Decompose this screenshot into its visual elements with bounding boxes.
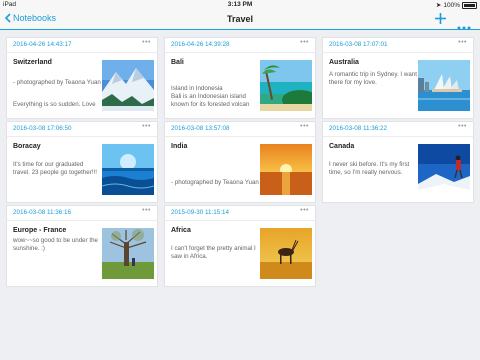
card-menu-icon[interactable]: ••• <box>142 123 151 130</box>
note-date: 2016-03-08 17:06:50 <box>13 125 72 132</box>
note-date: 2016-03-08 17:07:01 <box>329 41 388 48</box>
more-icon <box>457 26 471 30</box>
sunset-sea-image <box>260 144 312 195</box>
clock: 3:13 PM <box>227 1 253 8</box>
note-card-europe-france[interactable]: 2016-03-08 11:36:16 ••• Europe - France … <box>6 205 158 287</box>
note-excerpt: - photographed by Teaona Yuan <box>171 179 259 186</box>
card-menu-icon[interactable]: ••• <box>142 39 151 46</box>
card-menu-icon[interactable]: ••• <box>458 123 467 130</box>
card-menu-icon[interactable]: ••• <box>300 39 309 46</box>
note-excerpt: - photographed by Teaona Yuan <box>13 79 101 86</box>
tropical-beach-image <box>260 60 312 111</box>
plus-icon <box>435 13 446 24</box>
card-header: 2016-04-26 14:39:28 ••• <box>165 38 315 53</box>
card-header: 2016-03-08 11:36:22 ••• <box>323 122 473 137</box>
tree-field-image <box>102 228 154 279</box>
more-options-button[interactable] <box>457 17 471 35</box>
note-excerpt: wow~~so good to be under the sunshine. :… <box>13 237 98 252</box>
card-menu-icon[interactable]: ••• <box>458 39 467 46</box>
note-date: 2016-04-26 14:43:17 <box>13 41 72 48</box>
note-title: Switzerland <box>13 59 52 66</box>
note-card-boracay[interactable]: 2016-03-08 17:06:50 ••• Boracay It's tim… <box>6 121 158 203</box>
card-header: 2016-03-08 11:36:16 ••• <box>7 206 157 221</box>
battery-percent: 100% <box>443 1 460 9</box>
card-menu-icon[interactable]: ••• <box>300 207 309 214</box>
note-title: Boracay <box>13 143 41 150</box>
note-excerpt: It's time for our graduated travel. 23 p… <box>13 161 97 176</box>
battery-indicator: ➤ 100% <box>436 1 477 9</box>
note-date: 2016-03-08 11:36:22 <box>329 125 388 132</box>
note-excerpt: A romantic trip in Sydney. I want there … <box>329 71 417 86</box>
note-card-bali[interactable]: 2016-04-26 14:39:28 ••• Bali Island in I… <box>164 37 316 119</box>
note-title: Australia <box>329 59 359 66</box>
sydney-opera-house-image <box>418 60 470 111</box>
status-bar: iPad 3:13 PM ➤ 100% <box>0 0 480 10</box>
card-menu-icon[interactable]: ••• <box>300 123 309 130</box>
note-excerpt: Island in Indonesia Bali is an Indonesia… <box>171 85 250 108</box>
note-card-africa[interactable]: 2015-09-30 11:15:14 ••• Africa I can't f… <box>164 205 316 287</box>
skier-snow-image <box>418 144 470 195</box>
card-header: 2015-09-30 11:15:14 ••• <box>165 206 315 221</box>
note-excerpt: I never ski before. It's my first time, … <box>329 161 410 176</box>
note-card-canada[interactable]: 2016-03-08 11:36:22 ••• Canada I never s… <box>322 121 474 203</box>
snowy-mountains-image <box>102 60 154 111</box>
add-note-button[interactable] <box>434 12 447 30</box>
note-date: 2016-03-08 13:57:08 <box>171 125 230 132</box>
note-date: 2016-04-26 14:39:28 <box>171 41 230 48</box>
note-title: India <box>171 143 188 150</box>
note-card-india[interactable]: 2016-03-08 13:57:08 ••• India - photogra… <box>164 121 316 203</box>
battery-icon <box>462 1 477 9</box>
note-excerpt-line2: Everything is so sudden. Love <box>13 101 96 108</box>
page-title: Travel <box>226 14 254 24</box>
note-excerpt: I can't forget the pretty animal I saw i… <box>171 245 256 260</box>
note-date: 2016-03-08 11:36:16 <box>13 209 72 216</box>
note-title: Africa <box>171 227 191 234</box>
card-header: 2016-03-08 17:06:50 ••• <box>7 122 157 137</box>
ocean-waves-image <box>102 144 154 195</box>
note-date: 2015-09-30 11:15:14 <box>171 209 230 216</box>
note-card-switzerland[interactable]: 2016-04-26 14:43:17 ••• Switzerland - ph… <box>6 37 158 119</box>
antelope-savanna-image <box>260 228 312 279</box>
card-header: 2016-04-26 14:43:17 ••• <box>7 38 157 53</box>
navigation-bar: Notebooks Travel <box>0 10 480 30</box>
card-menu-icon[interactable]: ••• <box>142 207 151 214</box>
note-title: Canada <box>329 143 355 150</box>
note-title: Bali <box>171 59 184 66</box>
card-header: 2016-03-08 17:07:01 ••• <box>323 38 473 53</box>
card-header: 2016-03-08 13:57:08 ••• <box>165 122 315 137</box>
note-title: Europe - France <box>13 227 67 234</box>
note-card-australia[interactable]: 2016-03-08 17:07:01 ••• Australia A roma… <box>322 37 474 119</box>
location-icon: ➤ <box>435 2 442 9</box>
